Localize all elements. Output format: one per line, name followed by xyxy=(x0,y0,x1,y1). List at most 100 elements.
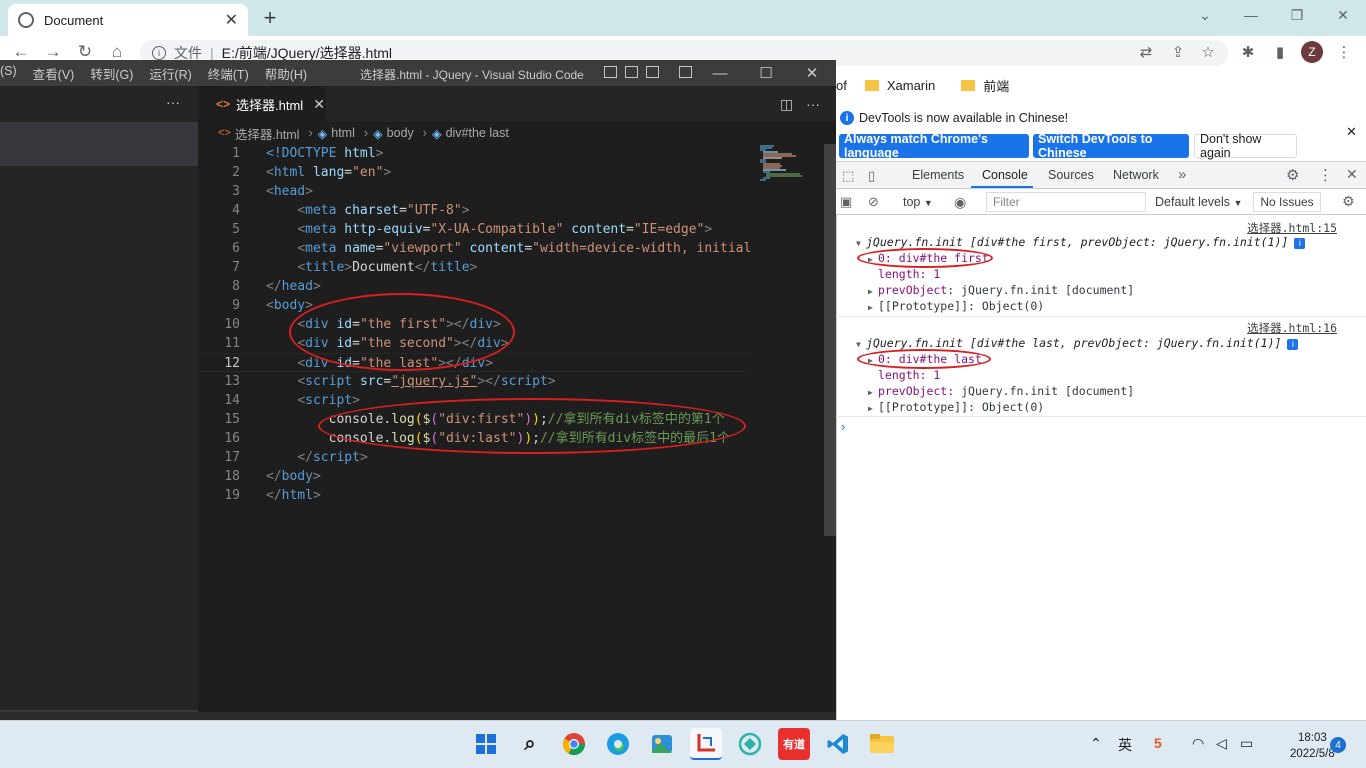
console-source-link[interactable]: 选择器.html:15 xyxy=(1247,220,1337,236)
breadcrumb-html[interactable]: html xyxy=(331,126,355,140)
edge-icon[interactable] xyxy=(602,728,634,760)
side-panel-icon[interactable]: ▮ xyxy=(1268,41,1292,63)
menu-item[interactable]: 查看(V) xyxy=(33,64,75,83)
script-src-value[interactable]: "jquery.js" xyxy=(391,374,477,389)
tab-console[interactable]: Console xyxy=(982,168,1028,182)
tab-search-icon[interactable]: ⌄ xyxy=(1182,4,1228,26)
minimize-button[interactable]: — xyxy=(1228,4,1274,26)
bookmark-item[interactable]: of xyxy=(836,78,847,93)
toggle-panel-icon[interactable] xyxy=(625,66,638,78)
menu-item[interactable]: 运行(R) xyxy=(149,64,191,83)
menu-item[interactable]: 终端(T) xyxy=(208,64,249,83)
network-app-icon[interactable] xyxy=(734,728,766,760)
profile-avatar[interactable]: Z xyxy=(1301,41,1323,63)
issues-button[interactable]: No Issues xyxy=(1253,192,1321,212)
bookmark-item[interactable]: 前端 xyxy=(983,76,1009,95)
console-prompt-icon[interactable]: › xyxy=(841,419,845,434)
split-editor-icon[interactable]: ◫ xyxy=(780,96,793,113)
share-icon[interactable]: ⇪ xyxy=(1166,41,1190,63)
collapsed-arrow-icon[interactable]: ▶ xyxy=(868,303,878,312)
breadcrumb-div[interactable]: div#the last xyxy=(446,126,509,140)
devtools-menu-icon[interactable]: ⋮ xyxy=(1318,166,1333,184)
dont-show-again-button[interactable]: Don't show again xyxy=(1194,132,1297,160)
sidebar-toggle-icon[interactable]: ▣ xyxy=(840,194,852,210)
inspect-icon[interactable]: ⬚ xyxy=(842,168,854,184)
expanded-arrow-icon[interactable]: ▼ xyxy=(856,340,866,349)
photos-icon[interactable] xyxy=(646,728,678,760)
new-tab-button[interactable]: + xyxy=(258,4,282,32)
battery-icon[interactable]: ▭ xyxy=(1240,735,1253,752)
console-prevobject[interactable]: ▶ prevObject: jQuery.fn.init [document] xyxy=(868,283,1134,297)
bookmark-item[interactable]: Xamarin xyxy=(887,78,935,93)
volume-icon[interactable]: ◁ xyxy=(1216,735,1227,752)
translate-icon[interactable]: ⇄ xyxy=(1134,41,1158,63)
notification-badge[interactable]: 4 xyxy=(1330,737,1346,753)
close-banner-icon[interactable]: ✕ xyxy=(1346,124,1357,140)
collapsed-arrow-icon[interactable]: ▶ xyxy=(868,388,878,397)
clear-console-icon[interactable]: ⊘ xyxy=(868,194,879,210)
toggle-secondary-sidebar-icon[interactable] xyxy=(646,66,659,78)
more-tabs-icon[interactable]: » xyxy=(1178,166,1186,183)
vscode-close-button[interactable]: ✕ xyxy=(792,62,832,84)
tab-elements[interactable]: Elements xyxy=(912,168,964,182)
context-select[interactable]: top ▼ xyxy=(903,195,933,209)
expanded-arrow-icon[interactable]: ▼ xyxy=(856,239,866,248)
toggle-sidebar-icon[interactable] xyxy=(604,66,617,78)
menu-item[interactable]: 转到(G) xyxy=(90,64,133,83)
clock[interactable]: 18:03 2022/5/8 xyxy=(1290,730,1335,762)
console-settings-icon[interactable]: ⚙ xyxy=(1342,193,1355,210)
console-source-link[interactable]: 选择器.html:16 xyxy=(1247,320,1337,336)
match-language-button[interactable]: Always match Chrome's language xyxy=(839,132,1029,160)
device-toolbar-icon[interactable]: ▯ xyxy=(868,168,875,184)
settings-gear-icon[interactable]: ⚙ xyxy=(1286,166,1299,184)
close-devtools-icon[interactable]: ✕ xyxy=(1346,166,1358,183)
breadcrumb-file[interactable]: 选择器.html xyxy=(235,124,300,143)
extensions-icon[interactable]: ✱ xyxy=(1236,41,1260,63)
search-icon[interactable]: ⌕ xyxy=(514,728,546,760)
browser-tab-document[interactable]: Document ✕ xyxy=(8,4,248,36)
code-minimap[interactable] xyxy=(752,144,824,184)
menu-item[interactable]: 帮助(H) xyxy=(265,64,307,83)
vscode-restore-button[interactable]: ☐ xyxy=(746,62,786,84)
explorer-selected-item[interactable] xyxy=(0,122,198,166)
youdao-icon[interactable]: 有道 xyxy=(778,728,810,760)
console-prototype[interactable]: ▶ [[Prototype]]: Object(0) xyxy=(868,400,1044,414)
close-window-button[interactable]: ✕ xyxy=(1320,4,1366,26)
menu-item[interactable]: (S) xyxy=(0,64,17,83)
app-tray-icon[interactable]: 5 xyxy=(1154,735,1162,751)
info-icon[interactable]: i xyxy=(152,46,166,60)
close-tab-icon[interactable]: ✕ xyxy=(225,10,238,30)
file-explorer-icon[interactable] xyxy=(866,728,898,760)
chrome-icon[interactable] xyxy=(558,728,590,760)
start-icon[interactable] xyxy=(470,728,502,760)
chevron-up-icon[interactable]: ⌃ xyxy=(1090,735,1102,752)
console-prototype[interactable]: ▶ [[Prototype]]: Object(0) xyxy=(868,299,1044,313)
editor-scrollbar[interactable] xyxy=(824,144,836,536)
console-prevobject[interactable]: ▶ prevObject: jQuery.fn.init [document] xyxy=(868,384,1134,398)
console-entry[interactable]: ▼ jQuery.fn.init [div#the first, prevObje… xyxy=(856,235,1306,249)
customize-layout-icon[interactable] xyxy=(679,66,692,78)
restore-button[interactable]: ❐ xyxy=(1274,4,1320,26)
console-filter-input[interactable]: Filter xyxy=(986,192,1146,212)
explorer-more-icon[interactable]: ··· xyxy=(166,94,180,110)
wifi-icon[interactable]: ◠ xyxy=(1192,735,1204,752)
collapsed-arrow-icon[interactable]: ▶ xyxy=(868,404,878,413)
vscode-minimize-button[interactable]: — xyxy=(700,62,740,84)
tab-sources[interactable]: Sources xyxy=(1048,168,1094,182)
switch-language-button[interactable]: Switch DevTools to Chinese xyxy=(1033,132,1189,160)
input-method-icon[interactable]: 英 xyxy=(1118,735,1132,755)
console-entry[interactable]: ▼ jQuery.fn.init [div#the last, prevObjec… xyxy=(856,336,1299,350)
close-tab-icon[interactable]: ✕ xyxy=(313,96,325,113)
chrome-menu-icon[interactable]: ⋮ xyxy=(1332,41,1356,63)
breadcrumb-body[interactable]: body xyxy=(387,126,414,140)
eye-icon[interactable]: ◉ xyxy=(954,194,966,211)
editor-more-icon[interactable]: ··· xyxy=(806,96,820,112)
vscode-icon[interactable] xyxy=(822,728,854,760)
collapsed-arrow-icon[interactable]: ▶ xyxy=(868,287,878,296)
editor-tab[interactable]: <> 选择器.html ✕ xyxy=(198,86,326,122)
attr-value: "width=device-width, initial- xyxy=(532,241,750,256)
snipping-tool-icon[interactable] xyxy=(690,728,722,760)
log-levels-select[interactable]: Default levels ▼ xyxy=(1155,195,1242,209)
tab-network[interactable]: Network xyxy=(1113,168,1159,182)
bookmark-star-icon[interactable]: ☆ xyxy=(1196,41,1220,63)
